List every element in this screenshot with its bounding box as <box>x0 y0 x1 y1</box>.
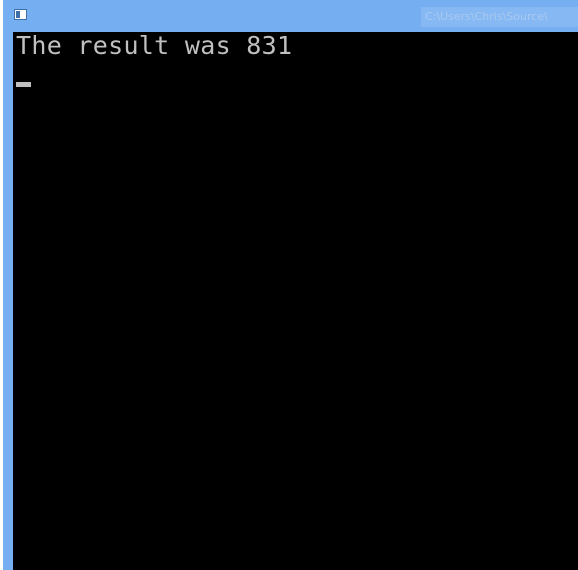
text-cursor <box>16 82 31 87</box>
console-output-area[interactable]: The result was 831 <box>13 32 578 570</box>
console-window: C:\Users\Chris\Source\ The result was 83… <box>0 0 578 570</box>
console-line: The result was 831 <box>16 31 293 60</box>
console-window-icon[interactable] <box>14 9 27 20</box>
title-bar[interactable]: C:\Users\Chris\Source\ <box>3 0 578 32</box>
window-title: C:\Users\Chris\Source\ <box>421 7 578 27</box>
